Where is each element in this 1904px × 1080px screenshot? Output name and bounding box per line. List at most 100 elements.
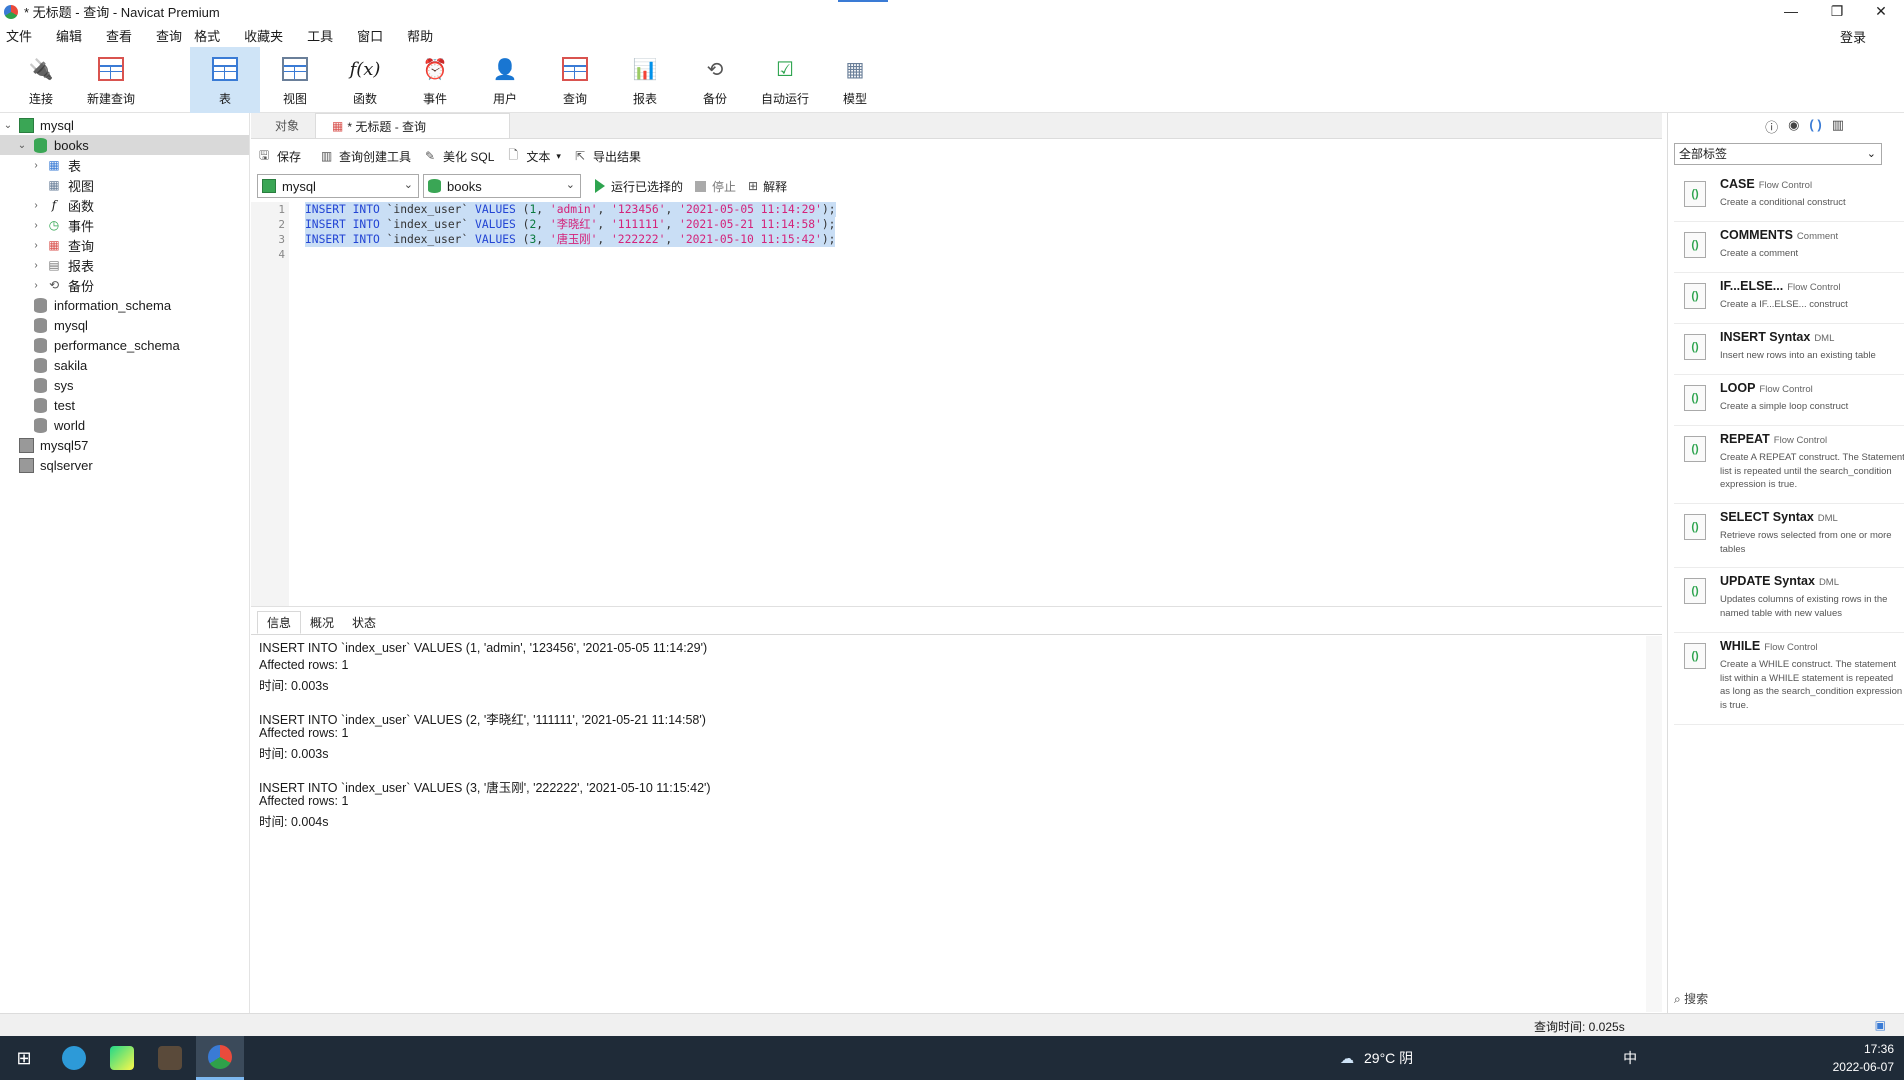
database-icon xyxy=(32,297,48,313)
text-button[interactable]: 🗋 文本 ▾ xyxy=(508,146,561,167)
tree-item-database[interactable]: test xyxy=(0,395,249,415)
layout-icon[interactable]: ▥ xyxy=(1832,117,1844,136)
tab-profile[interactable]: 概况 xyxy=(301,611,343,634)
snippet-repeat[interactable]: () REPEAT Flow Control Create A REPEAT co… xyxy=(1674,426,1904,504)
sql-editor[interactable]: 1 2 3 4 INSERT INTO `index_user` VALUES … xyxy=(251,202,1662,607)
beautify-sql-button[interactable]: ✎ 美化 SQL xyxy=(425,148,494,165)
tree-item-books[interactable]: ⌄ books xyxy=(0,135,249,155)
tree-item-mysql-connection[interactable]: ⌄ mysql xyxy=(0,115,249,135)
menu-query[interactable]: 查询 xyxy=(156,26,182,45)
explain-button[interactable]: ⊞ 解释 xyxy=(748,178,787,195)
taskbar-edge[interactable] xyxy=(50,1036,98,1080)
snippet-search[interactable]: ⌕ 搜索 xyxy=(1674,990,1708,1007)
chevron-right-icon[interactable]: › xyxy=(30,220,42,231)
taskbar-app[interactable] xyxy=(146,1036,194,1080)
start-button[interactable]: ⊞ xyxy=(0,1036,48,1080)
tree-item-reports[interactable]: › ▤ 报表 xyxy=(0,255,249,275)
menu-view[interactable]: 查看 xyxy=(106,26,132,45)
user-button[interactable]: 👤 用户 xyxy=(470,47,540,113)
close-button[interactable]: ✕ xyxy=(1858,0,1904,23)
chevron-down-icon[interactable]: ⌄ xyxy=(2,120,14,131)
query-builder-button[interactable]: ▥ 查询创建工具 xyxy=(321,148,411,165)
snippet-description: Create a WHILE construct. The statement … xyxy=(1720,659,1903,711)
minimize-button[interactable]: — xyxy=(1768,0,1814,23)
tree-item-database[interactable]: world xyxy=(0,415,249,435)
tree-item-database[interactable]: sys xyxy=(0,375,249,395)
function-button[interactable]: f(x) 函数 xyxy=(330,47,400,113)
tree-item-database[interactable]: information_schema xyxy=(0,295,249,315)
ime-indicator[interactable]: 中 xyxy=(1623,1048,1637,1068)
tree-item-tables[interactable]: › ▦ 表 xyxy=(0,155,249,175)
menu-format[interactable]: 格式 xyxy=(194,26,220,45)
save-button[interactable]: 🖫 保存 xyxy=(259,146,301,167)
login-link[interactable]: 登录 xyxy=(1840,27,1866,46)
tree-item-database[interactable]: performance_schema xyxy=(0,335,249,355)
chevron-right-icon[interactable]: › xyxy=(30,260,42,271)
query-button[interactable]: 查询 xyxy=(540,47,610,113)
tree-item-database[interactable]: sakila xyxy=(0,355,249,375)
tree-label: mysql57 xyxy=(40,437,89,453)
connection-select[interactable]: mysql ⌄ xyxy=(257,174,419,198)
snippet-title: INSERT Syntax DML xyxy=(1720,330,1835,344)
database-select[interactable]: books ⌄ xyxy=(423,174,581,198)
automation-button[interactable]: ☑ 自动运行 xyxy=(750,47,820,113)
clock[interactable]: 17:36 2022-06-07 xyxy=(1833,1040,1894,1076)
tree-item-queries[interactable]: › ▦ 查询 xyxy=(0,235,249,255)
tree-item-sqlserver-connection[interactable]: sqlserver xyxy=(0,455,249,475)
table-button[interactable]: 表 xyxy=(190,47,260,113)
explain-label: 解释 xyxy=(763,179,788,194)
tree-item-database[interactable]: mysql xyxy=(0,315,249,335)
chevron-down-icon[interactable]: ⌄ xyxy=(16,140,28,151)
snippet-case[interactable]: () CASE Flow Control Create a conditional… xyxy=(1674,171,1904,222)
view-button[interactable]: 视图 xyxy=(260,47,330,113)
maximize-button[interactable]: ❐ xyxy=(1814,0,1860,23)
snippet-update[interactable]: () UPDATE Syntax DML Updates columns of e… xyxy=(1674,568,1904,633)
new-query-button[interactable]: 新建查询 xyxy=(76,47,146,113)
beautify-label: 美化 SQL xyxy=(443,149,495,164)
connect-button[interactable]: 🔌 连接 xyxy=(6,47,76,113)
export-results-button[interactable]: ⇱ 导出结果 xyxy=(575,148,641,165)
settings-icon[interactable]: ◉ xyxy=(1788,117,1799,136)
tab-message[interactable]: 信息 xyxy=(257,611,302,634)
snippet-while[interactable]: () WHILE Flow Control Create a WHILE cons… xyxy=(1674,633,1904,725)
model-button[interactable]: ▦ 模型 xyxy=(820,47,890,113)
menu-help[interactable]: 帮助 xyxy=(407,26,433,45)
chevron-right-icon[interactable]: › xyxy=(30,280,42,291)
tree-item-views[interactable]: ▦ 视图 xyxy=(0,175,249,195)
snippet-select[interactable]: () SELECT Syntax DML Retrieve rows select… xyxy=(1674,504,1904,568)
menu-edit[interactable]: 编辑 xyxy=(56,26,82,45)
view-icon xyxy=(280,54,310,84)
tree-item-events[interactable]: › ◷ 事件 xyxy=(0,215,249,235)
taskbar-pycharm[interactable] xyxy=(98,1036,146,1080)
snippet-if-else[interactable]: () IF...ELSE... Flow Control Create a IF.… xyxy=(1674,273,1904,324)
backup-button[interactable]: ⟲ 备份 xyxy=(680,47,750,113)
result-scrollbar[interactable] xyxy=(1646,636,1662,1012)
weather-text[interactable]: 29°C 阴 xyxy=(1364,1048,1413,1068)
menu-file[interactable]: 文件 xyxy=(6,26,32,45)
chevron-right-icon[interactable]: › xyxy=(30,240,42,251)
stop-button[interactable]: 停止 xyxy=(695,178,736,195)
snippet-comments[interactable]: () COMMENTS Comment Create a comment xyxy=(1674,222,1904,273)
report-button[interactable]: 📊 报表 xyxy=(610,47,680,113)
event-button[interactable]: ⏰ 事件 xyxy=(400,47,470,113)
snippet-insert[interactable]: () INSERT Syntax DML Insert new rows into… xyxy=(1674,324,1904,375)
tab-query[interactable]: ▦ * 无标题 - 查询 xyxy=(315,113,511,138)
menu-tools[interactable]: 工具 xyxy=(307,26,333,45)
taskbar-navicat[interactable] xyxy=(196,1036,244,1080)
snippet-loop[interactable]: () LOOP Flow Control Create a simple loop… xyxy=(1674,375,1904,426)
tree-item-mysql57-connection[interactable]: mysql57 xyxy=(0,435,249,455)
info-icon[interactable]: ⓘ xyxy=(1765,117,1778,136)
tree-item-backups[interactable]: › ⟲ 备份 xyxy=(0,275,249,295)
tree-item-functions[interactable]: › f 函数 xyxy=(0,195,249,215)
snippet-description: Create a simple loop construct xyxy=(1720,401,1849,412)
tab-status[interactable]: 状态 xyxy=(343,611,385,634)
tab-objects[interactable]: 对象 xyxy=(259,113,315,138)
menu-favorites[interactable]: 收藏夹 xyxy=(244,26,283,45)
run-selected-button[interactable]: 运行已选择的 xyxy=(595,178,683,195)
tag-filter-select[interactable]: 全部标签 ⌄ xyxy=(1674,143,1882,165)
menu-window[interactable]: 窗口 xyxy=(357,26,383,45)
snippet-icon[interactable]: ( ) xyxy=(1809,117,1821,136)
layout-icon[interactable]: ▣ xyxy=(1875,1018,1886,1032)
chevron-right-icon[interactable]: › xyxy=(30,200,42,211)
chevron-right-icon[interactable]: › xyxy=(30,160,42,171)
